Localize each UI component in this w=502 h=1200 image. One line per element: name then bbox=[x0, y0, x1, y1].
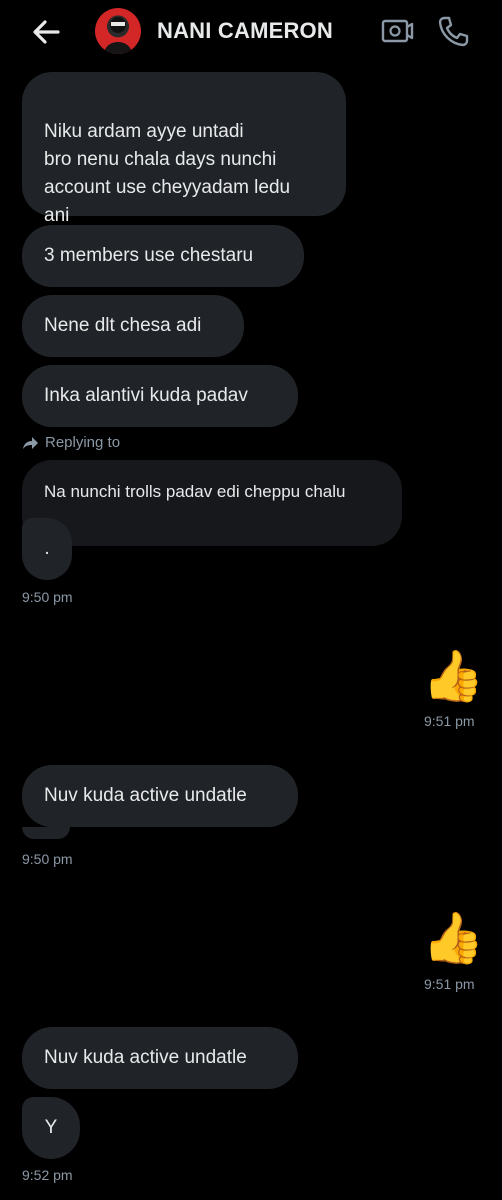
reply-arrow-icon bbox=[23, 437, 38, 449]
message-text: Y bbox=[44, 1117, 58, 1138]
video-call-icon[interactable] bbox=[380, 16, 414, 46]
message-bubble[interactable]: Nuv kuda active undatle bbox=[22, 1027, 298, 1089]
quoted-message[interactable]: Na nunchi trolls padav edi cheppu chalu bbox=[22, 460, 402, 546]
phone-icon[interactable] bbox=[436, 14, 470, 48]
arrow-left-icon[interactable] bbox=[28, 14, 64, 50]
thumbs-up-message[interactable]: 👍 bbox=[422, 646, 484, 706]
message-timestamp: 9:50 pm bbox=[22, 851, 73, 867]
message-timestamp: 9:51 pm bbox=[424, 976, 475, 992]
message-bubble[interactable]: 3 members use chestaru bbox=[22, 225, 304, 287]
chat-header: NANI CAMERON bbox=[0, 0, 502, 64]
message-timestamp: 9:51 pm bbox=[424, 713, 475, 729]
message-bubble[interactable]: Niku ardam ayye untadi bro nenu chala da… bbox=[22, 72, 346, 226]
quoted-text: Na nunchi trolls padav edi cheppu chalu bbox=[44, 482, 346, 501]
message-text: . bbox=[44, 538, 50, 559]
message-bubble[interactable]: Nuv kuda active undatle bbox=[22, 765, 298, 827]
message-timestamp: 9:52 pm bbox=[22, 1167, 73, 1183]
message-text: 3 members use chestaru bbox=[44, 245, 254, 266]
message-bubble[interactable]: Nene dlt chesa adi bbox=[22, 295, 244, 357]
message-bubble[interactable]: Y bbox=[22, 1097, 80, 1159]
replying-to-label: Replying to bbox=[45, 434, 121, 451]
thumbs-up-message[interactable]: 👍 bbox=[422, 908, 484, 968]
avatar[interactable] bbox=[95, 8, 141, 54]
message-timestamp: 9:50 pm bbox=[22, 589, 73, 605]
reaction-tail bbox=[22, 827, 70, 839]
message-text: Inka alantivi kuda padav bbox=[44, 385, 248, 406]
message-text: Nene dlt chesa adi bbox=[44, 315, 202, 336]
message-bubble[interactable]: . bbox=[22, 518, 72, 580]
message-text: Niku ardam ayye untadi bro nenu chala da… bbox=[44, 121, 291, 226]
message-bubble[interactable]: Inka alantivi kuda padav bbox=[22, 365, 298, 427]
message-text: Nuv kuda active undatle bbox=[44, 785, 247, 806]
message-text: Nuv kuda active undatle bbox=[44, 1047, 247, 1068]
contact-name[interactable]: NANI CAMERON bbox=[157, 18, 333, 44]
